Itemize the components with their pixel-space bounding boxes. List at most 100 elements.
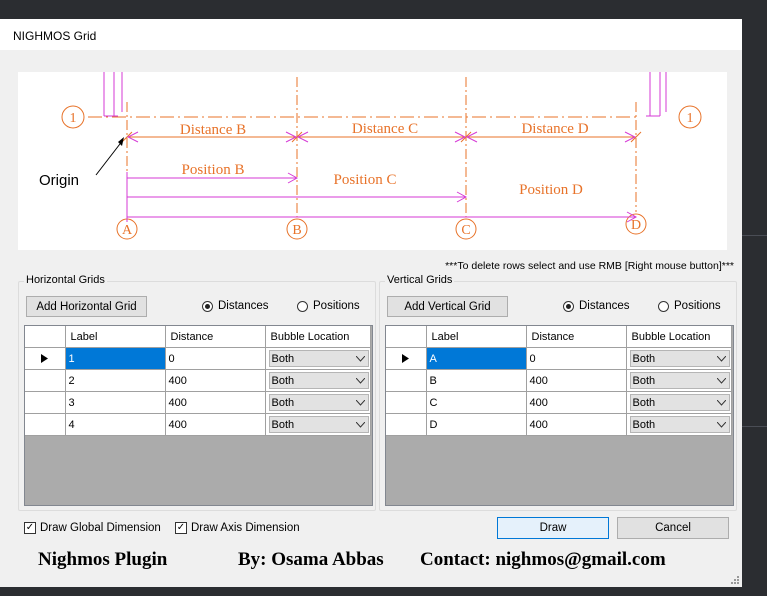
table-row[interactable]: 1 0 Both	[25, 347, 371, 370]
label-cell[interactable]: 2	[65, 369, 166, 392]
background-line	[742, 235, 767, 236]
draw-button[interactable]: Draw	[497, 517, 609, 539]
label-cell[interactable]: D	[426, 413, 527, 436]
horizontal-positions-label: Positions	[313, 300, 360, 312]
bubble-location-cell[interactable]: Both	[626, 347, 732, 370]
column-header-distance[interactable]: Distance	[526, 326, 627, 348]
table-row[interactable]: A 0 Both	[386, 347, 732, 370]
distance-d-label: Distance D	[521, 121, 588, 137]
checkmark-icon: ✓	[175, 522, 187, 534]
footer-author: By: Osama Abbas	[238, 549, 384, 570]
column-header-label[interactable]: Label	[65, 326, 166, 348]
chevron-down-icon[interactable]	[354, 351, 368, 366]
label-cell[interactable]: 4	[65, 413, 166, 436]
title-bar: NIGHMOS Grid	[0, 19, 742, 50]
bubble-location-select[interactable]: Both	[268, 394, 369, 411]
add-vertical-grid-button[interactable]: Add Vertical Grid	[387, 296, 508, 317]
distance-cell[interactable]: 400	[526, 413, 627, 436]
distance-cell[interactable]: 400	[526, 391, 627, 414]
bubble-location-select[interactable]: Both	[629, 372, 730, 389]
label-cell[interactable]: 1	[65, 347, 166, 370]
bubble-location-select[interactable]: Both	[268, 350, 369, 367]
vertical-positions-radio[interactable]: Positions	[658, 300, 721, 312]
nighmos-grid-dialog: NIGHMOS Grid 1 1 A B C D Distance B Dist…	[0, 19, 742, 587]
distance-cell[interactable]: 0	[165, 347, 266, 370]
window-title: NIGHMOS Grid	[13, 29, 97, 43]
bubble-label-a: A	[122, 223, 133, 238]
column-header-bubble-location[interactable]: Bubble Location	[265, 326, 371, 348]
distance-cell[interactable]: 400	[165, 413, 266, 436]
cancel-button[interactable]: Cancel	[617, 517, 729, 539]
bubble-location-value: Both	[632, 374, 656, 387]
resize-grip-icon[interactable]	[730, 575, 740, 585]
bubble-location-select[interactable]: Both	[629, 394, 730, 411]
row-header[interactable]	[25, 413, 66, 436]
bubble-location-cell[interactable]: Both	[626, 369, 732, 392]
background-line	[742, 426, 767, 427]
bubble-location-value: Both	[271, 374, 295, 387]
label-cell[interactable]: B	[426, 369, 527, 392]
chevron-down-icon[interactable]	[715, 351, 729, 366]
bubble-location-value: Both	[632, 352, 656, 365]
bubble-label-d: D	[631, 218, 641, 233]
bubble-location-cell[interactable]: Both	[626, 391, 732, 414]
table-row[interactable]: 2 400 Both	[25, 369, 371, 392]
row-header[interactable]	[386, 413, 427, 436]
footer-plugin-name: Nighmos Plugin	[38, 549, 168, 570]
bubble-location-select[interactable]: Both	[629, 416, 730, 433]
label-cell[interactable]: 3	[65, 391, 166, 414]
bubble-location-select[interactable]: Both	[268, 416, 369, 433]
chevron-down-icon[interactable]	[354, 417, 368, 432]
distance-cell[interactable]: 400	[526, 369, 627, 392]
row-header[interactable]	[25, 391, 66, 414]
bubble-location-select[interactable]: Both	[268, 372, 369, 389]
draw-global-dimension-checkbox[interactable]: ✓ Draw Global Dimension	[24, 522, 161, 534]
horizontal-grids-label: Horizontal Grids	[24, 274, 107, 286]
chevron-down-icon[interactable]	[715, 395, 729, 410]
draw-axis-dimension-checkbox[interactable]: ✓ Draw Axis Dimension	[175, 522, 300, 534]
label-cell[interactable]: C	[426, 391, 527, 414]
chevron-down-icon[interactable]	[715, 373, 729, 388]
distance-cell[interactable]: 400	[165, 391, 266, 414]
table-row[interactable]: 3 400 Both	[25, 391, 371, 414]
distance-cell[interactable]: 0	[526, 347, 627, 370]
column-header-bubble-location[interactable]: Bubble Location	[626, 326, 732, 348]
bubble-location-select[interactable]: Both	[629, 350, 730, 367]
position-c-label: Position C	[334, 172, 397, 188]
current-row-icon	[402, 354, 410, 363]
table-header-row: Label Distance Bubble Location	[25, 326, 371, 348]
chevron-down-icon[interactable]	[354, 373, 368, 388]
vertical-distances-radio[interactable]: Distances	[563, 300, 630, 312]
table-row[interactable]: B 400 Both	[386, 369, 732, 392]
table-row[interactable]: C 400 Both	[386, 391, 732, 414]
bubble-location-cell[interactable]: Both	[626, 413, 732, 436]
row-header[interactable]	[386, 369, 427, 392]
position-b-label: Position B	[182, 162, 245, 178]
table-header-row: Label Distance Bubble Location	[386, 326, 732, 348]
chevron-down-icon[interactable]	[715, 417, 729, 432]
column-header-label[interactable]: Label	[426, 326, 527, 348]
horizontal-positions-radio[interactable]: Positions	[297, 300, 360, 312]
bubble-location-cell[interactable]: Both	[265, 413, 371, 436]
row-header[interactable]	[386, 391, 427, 414]
distance-cell[interactable]: 400	[165, 369, 266, 392]
horizontal-grid-table: Label Distance Bubble Location 1 0 Both …	[24, 325, 373, 506]
grid-diagram-svg: 1 1 A B C D Distance B Distance C Distan…	[39, 72, 702, 240]
row-header[interactable]	[386, 347, 427, 370]
add-horizontal-grid-button[interactable]: Add Horizontal Grid	[26, 296, 147, 317]
bubble-location-cell[interactable]: Both	[265, 347, 371, 370]
bubble-location-cell[interactable]: Both	[265, 391, 371, 414]
row-header[interactable]	[25, 347, 66, 370]
footer-contact: Contact: nighmos@gmail.com	[420, 549, 666, 570]
table-row[interactable]: D 400 Both	[386, 413, 732, 436]
origin-label: Origin	[39, 172, 79, 189]
current-row-icon	[41, 354, 49, 363]
bubble-location-cell[interactable]: Both	[265, 369, 371, 392]
table-row[interactable]: 4 400 Both	[25, 413, 371, 436]
column-header-distance[interactable]: Distance	[165, 326, 266, 348]
label-cell[interactable]: A	[426, 347, 527, 370]
horizontal-distances-radio[interactable]: Distances	[202, 300, 269, 312]
chevron-down-icon[interactable]	[354, 395, 368, 410]
radio-unselected-icon	[658, 300, 669, 312]
row-header[interactable]	[25, 369, 66, 392]
